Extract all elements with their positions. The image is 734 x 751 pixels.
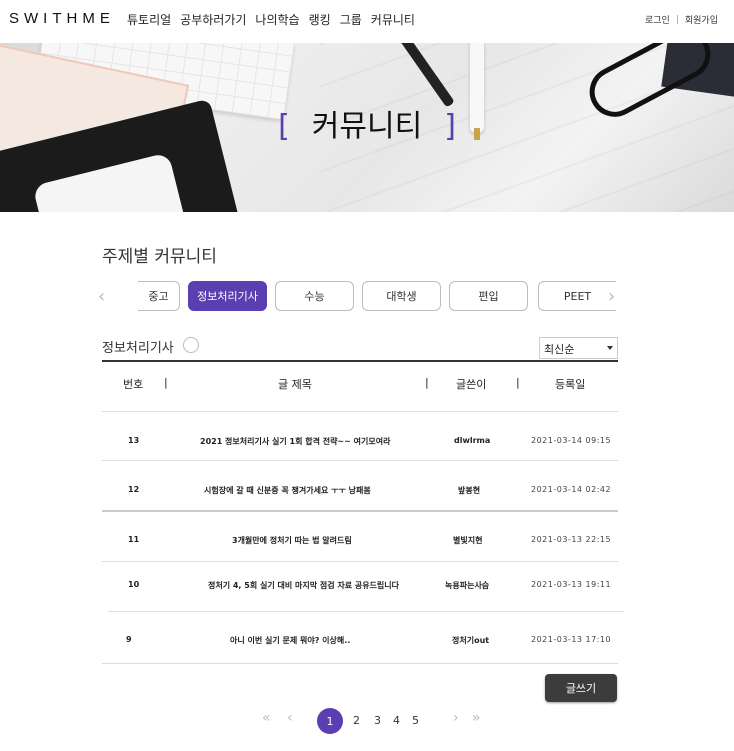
site-logo[interactable]: SWITHME [9, 10, 115, 27]
row-number: 10 [128, 580, 140, 589]
row-author: 밮봉현 [458, 486, 481, 495]
pagination: « ‹ 1 2 3 4 5 › » [0, 708, 734, 734]
top-navbar: SWITHME 튜토리얼 공부하러가기 나의학습 랭킹 그룹 커뮤니티 로그인 … [0, 0, 734, 43]
category-pill-used[interactable]: 중고 [138, 281, 180, 311]
column-separator: | [516, 376, 520, 389]
nav-item-ranking[interactable]: 랭킹 [309, 11, 331, 28]
write-post-button[interactable]: 글쓰기 [545, 674, 617, 702]
table-row[interactable]: 12 시험장에 갈 때 신분증 꼭 챙겨가세요 ㅜㅜ 낭패봄 밮봉현 2021-… [102, 460, 618, 510]
column-separator: | [425, 376, 429, 389]
table-row[interactable]: 13 2021 정보처리기사 실기 1회 합격 전략~~ 여기모여라 dlwlr… [102, 411, 618, 460]
category-prev-arrow-icon[interactable]: ‹ [98, 286, 105, 307]
prev-page-icon[interactable]: ‹ [287, 710, 293, 726]
category-next-arrow-icon[interactable]: › [608, 286, 615, 307]
page-5-button[interactable]: 5 [412, 714, 419, 727]
page-1-button[interactable]: 1 [317, 708, 343, 734]
login-link[interactable]: 로그인 [645, 13, 670, 26]
table-bottom-border [102, 663, 618, 664]
category-pill-info-processing[interactable]: 정보처리기사 [188, 281, 267, 311]
page-2-button[interactable]: 2 [353, 714, 360, 727]
row-author: dlwlrma [454, 436, 491, 445]
category-pill-peet[interactable]: PEET [538, 281, 616, 311]
first-page-icon[interactable]: « [262, 710, 271, 726]
last-page-icon[interactable]: » [472, 710, 481, 726]
column-header-num: 번호 [123, 378, 144, 391]
nav-item-study[interactable]: 공부하러가기 [180, 11, 246, 28]
column-header-title: 글 제목 [278, 378, 312, 391]
category-carousel: ‹ 중고 정보처리기사 수능 대학생 편입 PEET › [98, 280, 628, 312]
chevron-down-icon [607, 346, 613, 350]
column-header-date: 등록일 [555, 378, 586, 391]
main-nav: 튜토리얼 공부하러가기 나의학습 랭킹 그룹 커뮤니티 [127, 11, 424, 28]
page-4-button[interactable]: 4 [393, 714, 400, 727]
row-title[interactable]: 2021 정보처리기사 실기 1회 합격 전략~~ 여기모여라 [200, 436, 390, 447]
nav-item-my-learning[interactable]: 나의학습 [255, 11, 299, 28]
table-row[interactable]: 9 아니 이번 실기 문제 뭐야? 이상해.. 정처기out 2021-03-1… [108, 611, 624, 663]
row-number: 13 [128, 436, 140, 445]
table-row[interactable]: 10 정처기 4, 5회 실기 대비 마지막 점검 자료 공유드립니다 녹용파는… [102, 561, 618, 611]
nav-item-tutorial[interactable]: 튜토리얼 [127, 11, 171, 28]
title-bracket-right: ] [444, 109, 456, 144]
row-date: 2021-03-13 22:15 [531, 535, 612, 544]
category-pill-suneung[interactable]: 수능 [275, 281, 354, 311]
row-title[interactable]: 3개월만에 정처기 따는 법 알려드림 [232, 535, 352, 546]
page-3-button[interactable]: 3 [374, 714, 381, 727]
auth-links: 로그인 | 회원가입 [645, 13, 718, 27]
row-date: 2021-03-14 02:42 [531, 485, 612, 494]
row-author: 정처기out [452, 636, 490, 645]
row-number: 12 [128, 485, 140, 494]
row-author: 녹용파는사슴 [445, 581, 490, 590]
row-title[interactable]: 정처기 4, 5회 실기 대비 마지막 점검 자료 공유드립니다 [208, 580, 399, 591]
page-title: [ 커뮤니티] [0, 101, 734, 145]
row-date: 2021-03-13 19:11 [531, 580, 612, 589]
board-info-icon[interactable] [183, 337, 199, 353]
section-title: 주제별 커뮤니티 [102, 247, 217, 267]
nav-item-group[interactable]: 그룹 [340, 11, 362, 28]
category-pill-transfer[interactable]: 편입 [449, 281, 528, 311]
row-date: 2021-03-13 17:10 [531, 635, 612, 644]
row-title[interactable]: 아니 이번 실기 문제 뭐야? 이상해.. [230, 635, 350, 646]
sort-select-value: 최신순 [544, 343, 575, 356]
category-pill-university[interactable]: 대학생 [362, 281, 441, 311]
auth-separator: | [675, 14, 679, 25]
row-number: 9 [126, 635, 132, 644]
signup-link[interactable]: 회원가입 [685, 13, 718, 26]
row-title[interactable]: 시험장에 갈 때 신분증 꼭 챙겨가세요 ㅜㅜ 낭패봄 [204, 485, 371, 496]
hero-banner: [ 커뮤니티] [0, 43, 734, 212]
row-author: 별빛지현 [453, 536, 483, 545]
row-number: 11 [128, 535, 140, 544]
row-date: 2021-03-14 09:15 [531, 436, 612, 445]
column-separator: | [164, 376, 168, 389]
sort-select[interactable]: 최신순 [539, 337, 618, 359]
board-title: 정보처리기사 [102, 341, 174, 356]
title-bracket-left: [ [278, 109, 290, 144]
next-page-icon[interactable]: › [453, 710, 459, 726]
table-header: 번호 | 글 제목 | 글쓴이 | 등록일 [102, 360, 618, 403]
table-row[interactable]: 11 3개월만에 정처기 따는 법 알려드림 별빛지현 2021-03-13 2… [102, 510, 618, 561]
page-title-text: 커뮤니티 [311, 109, 423, 144]
column-header-author: 글쓴이 [456, 378, 487, 391]
nav-item-community[interactable]: 커뮤니티 [371, 11, 415, 28]
